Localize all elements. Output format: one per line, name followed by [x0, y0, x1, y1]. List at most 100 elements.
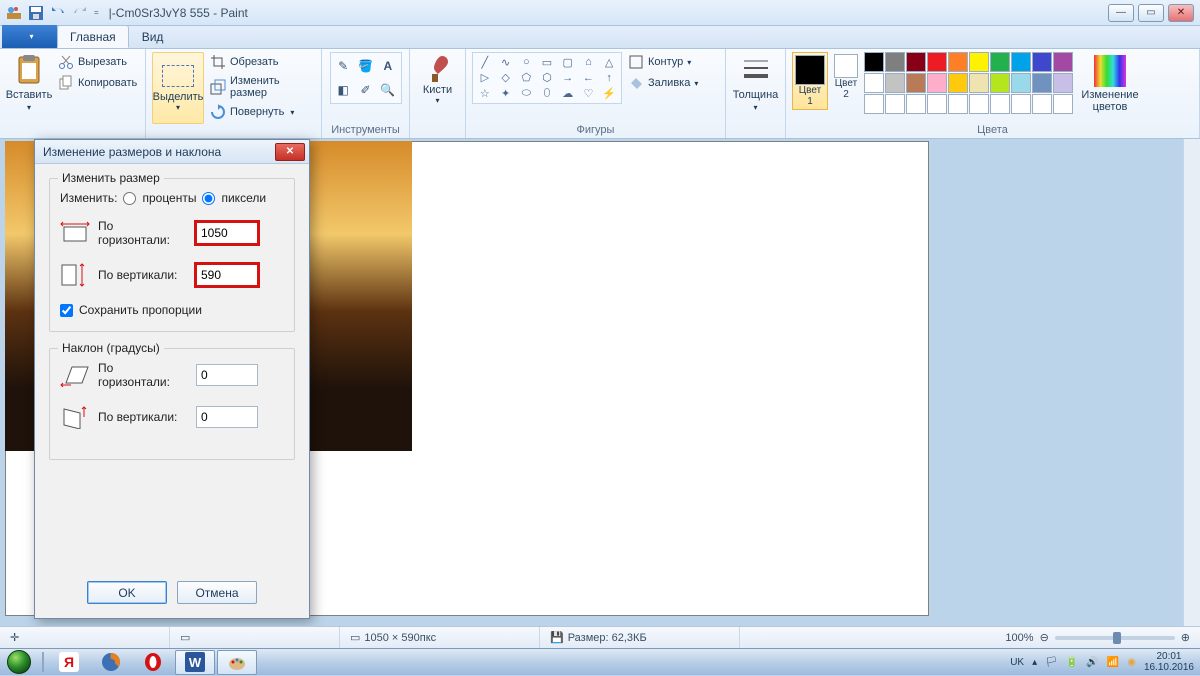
tray-up-icon[interactable]: ▴ — [1032, 657, 1037, 668]
fill-button[interactable]: Заливка▾ — [626, 73, 700, 93]
color1-button[interactable]: Цвет 1 — [792, 52, 828, 110]
taskbar-yandex[interactable]: Я — [49, 650, 89, 675]
start-button[interactable] — [0, 649, 38, 676]
close-button[interactable]: ✕ — [1168, 4, 1194, 22]
zoom-slider[interactable] — [1055, 636, 1175, 640]
taskbar-firefox[interactable] — [91, 650, 131, 675]
fill-tool[interactable]: 🪣 — [355, 55, 376, 78]
paste-label: Вставить — [6, 89, 53, 101]
save-icon[interactable] — [28, 5, 44, 21]
keep-ratio-checkbox[interactable] — [60, 304, 73, 317]
taskbar-opera[interactable] — [133, 650, 173, 675]
color-swatch[interactable] — [948, 94, 968, 114]
language-indicator[interactable]: UK — [1010, 657, 1024, 668]
paste-button[interactable]: Вставить ▾ — [6, 52, 52, 112]
taskbar-word[interactable]: W — [175, 650, 215, 675]
skew-h-input[interactable] — [196, 364, 258, 386]
color-swatch[interactable] — [864, 52, 884, 72]
text-tool[interactable]: A — [377, 55, 398, 78]
magnifier-tool[interactable]: 🔍 — [377, 79, 398, 102]
zoom-out-button[interactable]: ⊖ — [1040, 631, 1049, 644]
color-swatch[interactable] — [990, 52, 1010, 72]
color2-label: Цвет 2 — [835, 78, 857, 100]
chevron-down-icon: ▾ — [27, 103, 31, 112]
color-swatch[interactable] — [906, 73, 926, 93]
outline-button[interactable]: Контур▾ — [626, 52, 700, 72]
color-swatch[interactable] — [1011, 73, 1031, 93]
color-swatch[interactable] — [927, 73, 947, 93]
copy-button[interactable]: Копировать — [56, 73, 139, 93]
color-swatch[interactable] — [885, 52, 905, 72]
select-button[interactable]: Выделить ▾ — [152, 52, 204, 124]
color-swatch[interactable] — [864, 94, 884, 114]
radio-pixels[interactable] — [202, 192, 215, 205]
shapes-gallery[interactable]: ╱∿○▭▢⌂△ ▷◇⬠⬡→←↑ ☆✦⬭⬯☁♡⚡ — [472, 52, 622, 104]
color-swatch[interactable] — [948, 73, 968, 93]
clock[interactable]: 20:01 16.10.2016 — [1144, 651, 1194, 673]
color-swatch[interactable] — [1032, 73, 1052, 93]
color-swatch[interactable] — [969, 52, 989, 72]
battery-icon[interactable]: 🔋 — [1066, 657, 1078, 668]
zoom-in-button[interactable]: ⊕ — [1181, 631, 1190, 644]
action-center-icon[interactable]: ◉ — [1127, 657, 1136, 668]
color-swatch[interactable] — [885, 94, 905, 114]
color-swatch[interactable] — [948, 52, 968, 72]
svg-text:W: W — [189, 655, 202, 670]
resize-button[interactable]: Изменить размер — [208, 73, 315, 101]
cancel-button[interactable]: Отмена — [177, 581, 257, 604]
vertical-scrollbar[interactable] — [1183, 139, 1200, 648]
minimize-button[interactable]: — — [1108, 4, 1134, 22]
color-swatch[interactable] — [1032, 94, 1052, 114]
eraser-tool[interactable]: ◧ — [333, 79, 354, 102]
maximize-button[interactable]: ▭ — [1138, 4, 1164, 22]
redo-icon[interactable] — [72, 5, 88, 21]
undo-icon[interactable] — [50, 5, 66, 21]
edit-colors-button[interactable]: Изменение цветов — [1077, 52, 1143, 113]
color-swatch[interactable] — [1032, 52, 1052, 72]
color-swatch[interactable] — [906, 94, 926, 114]
color-swatch[interactable] — [927, 52, 947, 72]
copy-label: Копировать — [78, 77, 137, 89]
group-brushes: Кисти ▾ — [410, 49, 466, 138]
file-tab[interactable] — [2, 25, 57, 48]
tab-view[interactable]: Вид — [129, 25, 177, 48]
color-swatch[interactable] — [906, 52, 926, 72]
color-swatch[interactable] — [864, 73, 884, 93]
rotate-button[interactable]: Повернуть ▾ — [208, 102, 315, 122]
color-swatch[interactable] — [1011, 52, 1031, 72]
picker-tool[interactable]: ✐ — [355, 79, 376, 102]
color-swatch[interactable] — [1053, 52, 1073, 72]
crop-button[interactable]: Обрезать — [208, 52, 315, 72]
volume-icon[interactable]: 🔊 — [1086, 657, 1098, 668]
color2-button[interactable]: Цвет 2 — [832, 52, 860, 102]
skew-v-input[interactable] — [196, 406, 258, 428]
cut-button[interactable]: Вырезать — [56, 52, 139, 72]
dialog-close-button[interactable]: ✕ — [275, 143, 305, 161]
color-swatch[interactable] — [1053, 94, 1073, 114]
color-swatch[interactable] — [969, 73, 989, 93]
group-image: Выделить ▾ Обрезать Изменить размер Пове… — [146, 49, 322, 138]
flag-icon[interactable]: 🏳 — [1045, 657, 1058, 668]
titlebar: = |-Cm0Sr3JvY8 555 - Paint — ▭ ✕ — [0, 0, 1200, 26]
thickness-button[interactable]: Толщина ▾ — [733, 52, 779, 112]
scissors-icon — [58, 54, 74, 70]
color-swatch[interactable] — [927, 94, 947, 114]
pencil-tool[interactable]: ✎ — [333, 55, 354, 78]
network-icon[interactable]: 📶 — [1107, 657, 1119, 668]
color-swatch[interactable] — [990, 73, 1010, 93]
resize-v-input[interactable] — [196, 264, 258, 286]
tab-home[interactable]: Главная — [57, 25, 129, 48]
radio-percent[interactable] — [123, 192, 136, 205]
dialog-titlebar[interactable]: Изменение размеров и наклона ✕ — [35, 140, 309, 164]
color-swatch[interactable] — [1011, 94, 1031, 114]
color-swatches[interactable] — [864, 52, 1073, 114]
brushes-button[interactable]: Кисти ▾ — [416, 52, 459, 105]
color-swatch[interactable] — [969, 94, 989, 114]
qat-dropdown-icon[interactable]: = — [94, 8, 99, 17]
taskbar-paint[interactable] — [217, 650, 257, 675]
color-swatch[interactable] — [990, 94, 1010, 114]
ok-button[interactable]: OK — [87, 581, 167, 604]
color-swatch[interactable] — [885, 73, 905, 93]
resize-h-input[interactable] — [196, 222, 258, 244]
color-swatch[interactable] — [1053, 73, 1073, 93]
